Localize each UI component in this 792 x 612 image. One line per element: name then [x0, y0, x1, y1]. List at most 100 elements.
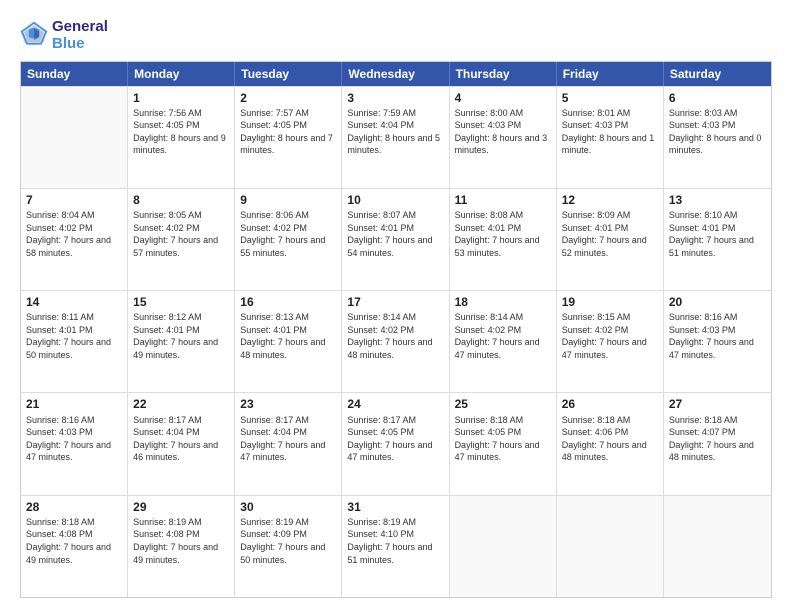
calendar-cell-31: 31Sunrise: 8:19 AMSunset: 4:10 PMDayligh…	[342, 496, 449, 597]
day-number: 17	[347, 294, 443, 310]
cell-info: Sunrise: 8:07 AMSunset: 4:01 PMDaylight:…	[347, 209, 443, 259]
day-number: 2	[240, 90, 336, 106]
calendar-cell-10: 10Sunrise: 8:07 AMSunset: 4:01 PMDayligh…	[342, 189, 449, 290]
calendar-cell-21: 21 Sunrise: 8:16 AMSunset: 4:03 PMDayligh…	[21, 393, 128, 494]
day-number: 28	[26, 499, 122, 515]
calendar-cell-1: 1Sunrise: 7:56 AMSunset: 4:05 PMDaylight…	[128, 87, 235, 188]
calendar-cell-2: 2Sunrise: 7:57 AMSunset: 4:05 PMDaylight…	[235, 87, 342, 188]
calendar-cell-9: 9Sunrise: 8:06 AMSunset: 4:02 PMDaylight…	[235, 189, 342, 290]
day-number: 12	[562, 192, 658, 208]
cell-info: Sunrise: 8:18 AMSunset: 4:07 PMDaylight:…	[669, 414, 766, 464]
calendar-row-2: 7Sunrise: 8:04 AMSunset: 4:02 PMDaylight…	[21, 188, 771, 290]
day-number: 19	[562, 294, 658, 310]
calendar-cell-18: 18Sunrise: 8:14 AMSunset: 4:02 PMDayligh…	[450, 291, 557, 392]
cell-info: Sunrise: 8:17 AMSunset: 4:04 PMDaylight:…	[240, 414, 336, 464]
header-cell-tuesday: Tuesday	[235, 62, 342, 86]
day-number: 3	[347, 90, 443, 106]
calendar-cell-27: 27 Sunrise: 8:18 AMSunset: 4:07 PMDayligh…	[664, 393, 771, 494]
cell-info: Sunrise: 8:03 AMSunset: 4:03 PMDaylight:…	[669, 107, 766, 157]
day-number: 13	[669, 192, 766, 208]
day-number: 8	[133, 192, 229, 208]
day-number: 15	[133, 294, 229, 310]
calendar-cell-30: 30Sunrise: 8:19 AMSunset: 4:09 PMDayligh…	[235, 496, 342, 597]
day-number: 11	[455, 192, 551, 208]
header-cell-monday: Monday	[128, 62, 235, 86]
calendar-cell-empty	[664, 496, 771, 597]
calendar-cell-28: 28Sunrise: 8:18 AMSunset: 4:08 PMDayligh…	[21, 496, 128, 597]
calendar-cell-17: 17Sunrise: 8:14 AMSunset: 4:02 PMDayligh…	[342, 291, 449, 392]
cell-info: Sunrise: 8:17 AMSunset: 4:04 PMDaylight:…	[133, 414, 229, 464]
calendar-cell-11: 11Sunrise: 8:08 AMSunset: 4:01 PMDayligh…	[450, 189, 557, 290]
calendar-cell-empty	[450, 496, 557, 597]
day-number: 25	[455, 396, 551, 412]
calendar: SundayMondayTuesdayWednesdayThursdayFrid…	[20, 61, 772, 599]
cell-info: Sunrise: 7:59 AMSunset: 4:04 PMDaylight:…	[347, 107, 443, 157]
calendar-cell-25: 25 Sunrise: 8:18 AMSunset: 4:05 PMDayligh…	[450, 393, 557, 494]
calendar-cell-23: 23 Sunrise: 8:17 AMSunset: 4:04 PMDayligh…	[235, 393, 342, 494]
day-number: 20	[669, 294, 766, 310]
calendar-cell-26: 26Sunrise: 8:18 AMSunset: 4:06 PMDayligh…	[557, 393, 664, 494]
calendar-cell-14: 14Sunrise: 8:11 AMSunset: 4:01 PMDayligh…	[21, 291, 128, 392]
cell-info: Sunrise: 8:04 AMSunset: 4:02 PMDaylight:…	[26, 209, 122, 259]
day-number: 18	[455, 294, 551, 310]
day-number: 27	[669, 396, 766, 412]
cell-info: Sunrise: 8:19 AMSunset: 4:10 PMDaylight:…	[347, 516, 443, 566]
cell-info: Sunrise: 7:56 AMSunset: 4:05 PMDaylight:…	[133, 107, 229, 157]
logo: General Blue	[20, 18, 108, 53]
cell-info: Sunrise: 8:11 AMSunset: 4:01 PMDaylight:…	[26, 311, 122, 361]
calendar-cell-3: 3Sunrise: 7:59 AMSunset: 4:04 PMDaylight…	[342, 87, 449, 188]
day-number: 9	[240, 192, 336, 208]
header-cell-wednesday: Wednesday	[342, 62, 449, 86]
cell-info: Sunrise: 8:09 AMSunset: 4:01 PMDaylight:…	[562, 209, 658, 259]
calendar-cell-12: 12Sunrise: 8:09 AMSunset: 4:01 PMDayligh…	[557, 189, 664, 290]
logo-icon	[20, 21, 48, 49]
cell-info: Sunrise: 8:01 AMSunset: 4:03 PMDaylight:…	[562, 107, 658, 157]
calendar-cell-16: 16Sunrise: 8:13 AMSunset: 4:01 PMDayligh…	[235, 291, 342, 392]
calendar-cell-13: 13Sunrise: 8:10 AMSunset: 4:01 PMDayligh…	[664, 189, 771, 290]
header-cell-thursday: Thursday	[450, 62, 557, 86]
cell-info: Sunrise: 8:13 AMSunset: 4:01 PMDaylight:…	[240, 311, 336, 361]
calendar-cell-5: 5Sunrise: 8:01 AMSunset: 4:03 PMDaylight…	[557, 87, 664, 188]
calendar-cell-19: 19Sunrise: 8:15 AMSunset: 4:02 PMDayligh…	[557, 291, 664, 392]
cell-info: Sunrise: 8:06 AMSunset: 4:02 PMDaylight:…	[240, 209, 336, 259]
day-number: 1	[133, 90, 229, 106]
cell-info: Sunrise: 8:19 AMSunset: 4:08 PMDaylight:…	[133, 516, 229, 566]
day-number: 24	[347, 396, 443, 412]
cell-info: Sunrise: 8:14 AMSunset: 4:02 PMDaylight:…	[347, 311, 443, 361]
cell-info: Sunrise: 8:14 AMSunset: 4:02 PMDaylight:…	[455, 311, 551, 361]
calendar-row-1: 1Sunrise: 7:56 AMSunset: 4:05 PMDaylight…	[21, 86, 771, 188]
calendar-cell-8: 8Sunrise: 8:05 AMSunset: 4:02 PMDaylight…	[128, 189, 235, 290]
day-number: 30	[240, 499, 336, 515]
calendar-cell-22: 22 Sunrise: 8:17 AMSunset: 4:04 PMDayligh…	[128, 393, 235, 494]
logo-text: General Blue	[52, 18, 108, 53]
calendar-cell-15: 15Sunrise: 8:12 AMSunset: 4:01 PMDayligh…	[128, 291, 235, 392]
calendar-cell-20: 20Sunrise: 8:16 AMSunset: 4:03 PMDayligh…	[664, 291, 771, 392]
cell-info: Sunrise: 8:17 AMSunset: 4:05 PMDaylight:…	[347, 414, 443, 464]
calendar-row-5: 28Sunrise: 8:18 AMSunset: 4:08 PMDayligh…	[21, 495, 771, 597]
calendar-cell-7: 7Sunrise: 8:04 AMSunset: 4:02 PMDaylight…	[21, 189, 128, 290]
cell-info: Sunrise: 8:18 AMSunset: 4:05 PMDaylight:…	[455, 414, 551, 464]
calendar-cell-4: 4Sunrise: 8:00 AMSunset: 4:03 PMDaylight…	[450, 87, 557, 188]
day-number: 23	[240, 396, 336, 412]
day-number: 21	[26, 396, 122, 412]
cell-info: Sunrise: 8:05 AMSunset: 4:02 PMDaylight:…	[133, 209, 229, 259]
cell-info: Sunrise: 8:15 AMSunset: 4:02 PMDaylight:…	[562, 311, 658, 361]
day-number: 22	[133, 396, 229, 412]
cell-info: Sunrise: 7:57 AMSunset: 4:05 PMDaylight:…	[240, 107, 336, 157]
calendar-cell-24: 24 Sunrise: 8:17 AMSunset: 4:05 PMDayligh…	[342, 393, 449, 494]
day-number: 26	[562, 396, 658, 412]
calendar-cell-empty	[557, 496, 664, 597]
cell-info: Sunrise: 8:00 AMSunset: 4:03 PMDaylight:…	[455, 107, 551, 157]
calendar-header: SundayMondayTuesdayWednesdayThursdayFrid…	[21, 62, 771, 86]
cell-info: Sunrise: 8:16 AMSunset: 4:03 PMDaylight:…	[669, 311, 766, 361]
cell-info: Sunrise: 8:16 AMSunset: 4:03 PMDaylight:…	[26, 414, 122, 464]
day-number: 31	[347, 499, 443, 515]
calendar-cell-6: 6Sunrise: 8:03 AMSunset: 4:03 PMDaylight…	[664, 87, 771, 188]
cell-info: Sunrise: 8:12 AMSunset: 4:01 PMDaylight:…	[133, 311, 229, 361]
calendar-row-4: 21 Sunrise: 8:16 AMSunset: 4:03 PMDayligh…	[21, 392, 771, 494]
header-cell-saturday: Saturday	[664, 62, 771, 86]
day-number: 4	[455, 90, 551, 106]
calendar-cell-empty	[21, 87, 128, 188]
calendar-row-3: 14Sunrise: 8:11 AMSunset: 4:01 PMDayligh…	[21, 290, 771, 392]
day-number: 10	[347, 192, 443, 208]
